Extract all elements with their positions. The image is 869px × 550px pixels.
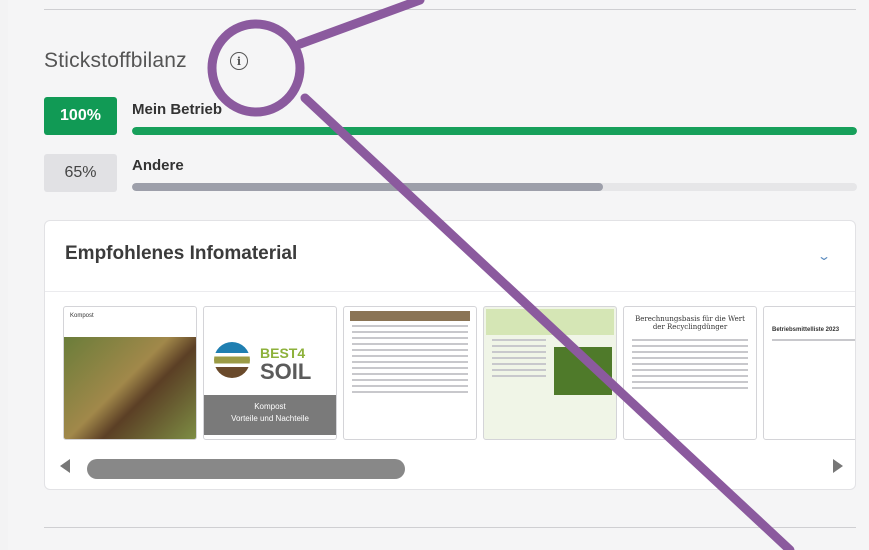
scroll-right-arrow-icon[interactable] (833, 459, 843, 473)
infomaterial-title: Empfohlenes Infomaterial (65, 243, 298, 264)
others-progress-fill (132, 183, 604, 191)
others-label: Andere (132, 157, 184, 174)
thumbnail-title: Berechnungsbasis für die Wert der Recycl… (635, 315, 745, 331)
soil-photo (64, 337, 196, 439)
thumbnail-green-leaflet[interactable] (483, 306, 617, 440)
leaflet-photo (554, 347, 612, 395)
caption-line-2: Vorteile und Nachteile (231, 414, 309, 423)
thumbnail-text-document[interactable] (343, 306, 477, 440)
thumbnail-title: Kompost (70, 313, 94, 319)
thumbnail-list-document[interactable]: Betriebsmittelliste 2023 (763, 306, 855, 440)
best4soil-logo-icon (214, 342, 250, 378)
my-farm-label: Mein Betrieb (132, 101, 223, 118)
info-icon[interactable]: i (230, 52, 248, 70)
text-lines (344, 325, 476, 393)
leaflet-header (486, 309, 614, 335)
others-progress-bar (132, 183, 857, 191)
thumbnail-strip: Kompost BEST4 SOIL Kompost Vorteile und … (63, 306, 855, 441)
scroll-left-arrow-icon[interactable] (60, 459, 70, 473)
text-lines (624, 339, 756, 389)
my-farm-progress-fill (132, 127, 857, 135)
thumbnail-soil-photo[interactable]: Kompost (63, 306, 197, 440)
caption-line-1: Kompost (254, 402, 286, 411)
bottom-divider (44, 527, 856, 528)
nitrogen-balance-panel: Stickstoffbilanz i 100% Mein Betrieb 65%… (8, 0, 869, 550)
header-image (350, 311, 470, 321)
thumbnail-caption: Kompost Vorteile und Nachteile (204, 395, 336, 435)
chevron-down-icon[interactable]: ⌄ (817, 249, 831, 263)
section-title: Stickstoffbilanz (44, 49, 187, 72)
my-farm-progress-bar (132, 127, 857, 135)
text-lines (764, 339, 855, 341)
infomaterial-card: Empfohlenes Infomaterial ⌄ Kompost BEST4… (44, 220, 856, 490)
horizontal-scrollbar-thumb[interactable] (87, 459, 405, 479)
text-lines (484, 339, 554, 377)
card-divider (45, 291, 855, 292)
thumbnail-best4soil[interactable]: BEST4 SOIL Kompost Vorteile und Nachteil… (203, 306, 337, 440)
brand-text-2: SOIL (260, 359, 312, 384)
my-farm-percent-badge: 100% (44, 97, 117, 135)
thumbnail-formula-document[interactable]: Berechnungsbasis für die Wert der Recycl… (623, 306, 757, 440)
others-percent-badge: 65% (44, 154, 117, 192)
top-divider (44, 9, 856, 10)
thumbnail-title: Betriebsmittelliste 2023 (772, 327, 840, 333)
